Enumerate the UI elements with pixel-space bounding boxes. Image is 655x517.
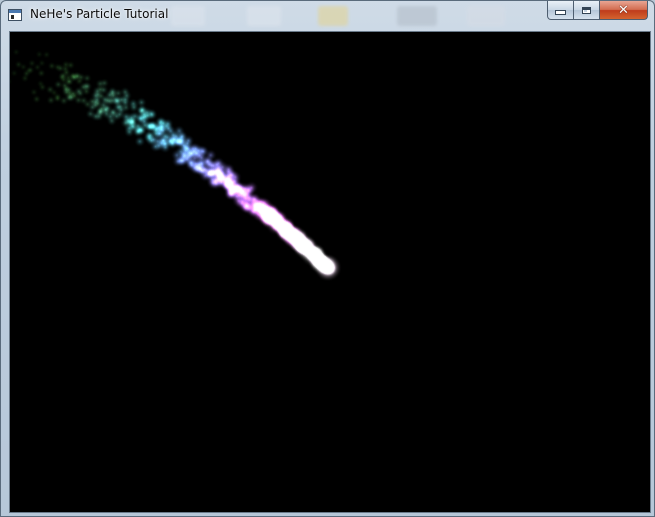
minimize-button[interactable] xyxy=(547,1,574,20)
app-window-icon[interactable] xyxy=(8,9,22,21)
application-window: NeHe's Particle Tutorial ✕ xyxy=(0,0,655,517)
maximize-button[interactable] xyxy=(574,1,600,20)
particle-effect xyxy=(10,32,650,512)
close-icon: ✕ xyxy=(618,2,629,18)
close-button[interactable]: ✕ xyxy=(600,1,648,20)
maximize-icon xyxy=(582,6,591,14)
opengl-viewport[interactable] xyxy=(9,31,651,513)
minimize-icon xyxy=(555,10,566,15)
title-bar[interactable]: NeHe's Particle Tutorial ✕ xyxy=(1,1,654,30)
window-title: NeHe's Particle Tutorial xyxy=(30,7,169,21)
